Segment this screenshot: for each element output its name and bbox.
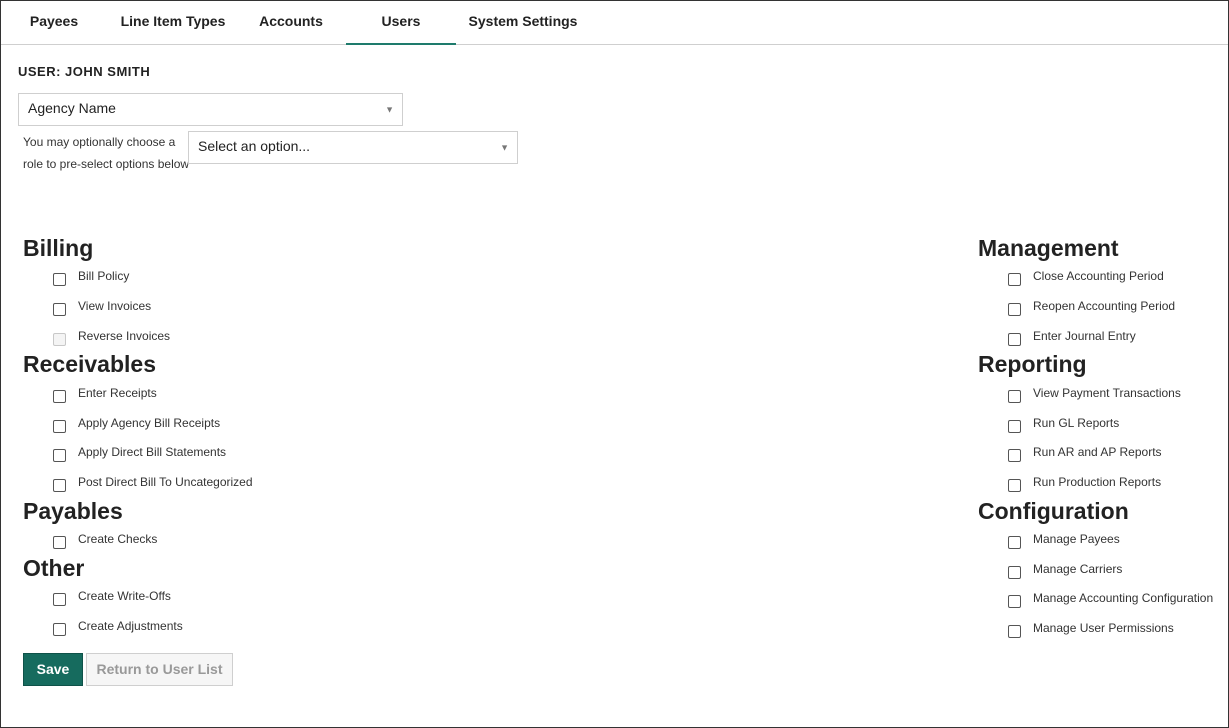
reopen-accounting-period-checkbox[interactable]	[1008, 303, 1021, 316]
run-production-reports-checkbox[interactable]	[1008, 479, 1021, 492]
section-title-configuration: Configuration	[978, 498, 1129, 524]
chevron-down-icon: ▼	[500, 142, 509, 152]
permission-label: Enter Receipts	[78, 386, 157, 400]
permission-label: Manage Carriers	[1033, 562, 1123, 576]
tab-users[interactable]: Users	[346, 1, 456, 45]
permission-label: Create Adjustments	[78, 619, 183, 633]
enter-journal-entry-checkbox[interactable]	[1008, 333, 1021, 346]
permission-label: Manage Payees	[1033, 532, 1120, 546]
permission-label: Reverse Invoices	[78, 329, 171, 343]
permission-label: Reopen Accounting Period	[1033, 299, 1176, 313]
permission-label: View Invoices	[78, 299, 152, 313]
tab-line-item-types[interactable]: Line Item Types	[111, 1, 235, 44]
save-button[interactable]: Save	[23, 653, 83, 686]
permission-label: Apply Agency Bill Receipts	[78, 416, 221, 430]
permission-label: Bill Policy	[78, 269, 130, 283]
user-permissions-page: Payees Line Item Types Accounts Users Sy…	[0, 0, 1229, 728]
permission-label: Create Write-Offs	[78, 589, 171, 603]
role-hint-text: You may optionally choose a role to pre-…	[23, 135, 190, 171]
post-direct-bill-checkbox[interactable]	[53, 479, 66, 492]
create-write-offs-checkbox[interactable]	[53, 593, 66, 606]
reverse-invoices-checkbox	[53, 333, 66, 346]
create-checks-checkbox[interactable]	[53, 536, 66, 549]
section-title-other: Other	[23, 555, 85, 581]
chevron-down-icon: ▼	[385, 104, 394, 114]
tab-bar: Payees Line Item Types Accounts Users Sy…	[1, 1, 1228, 45]
manage-carriers-checkbox[interactable]	[1008, 566, 1021, 579]
role-select-value: Select an option...	[198, 138, 311, 154]
permission-label: View Payment Transactions	[1033, 386, 1181, 400]
permission-label: Manage User Permissions	[1033, 621, 1174, 635]
permission-label: Run AR and AP Reports	[1033, 445, 1162, 459]
permission-label: Post Direct Bill To Uncategorized	[78, 475, 253, 489]
run-gl-reports-checkbox[interactable]	[1008, 420, 1021, 433]
apply-direct-bill-statements-checkbox[interactable]	[53, 449, 66, 462]
permission-label: Enter Journal Entry	[1033, 329, 1136, 343]
tab-accounts[interactable]: Accounts	[251, 1, 331, 44]
close-accounting-period-checkbox[interactable]	[1008, 273, 1021, 286]
permission-label: Create Checks	[78, 532, 158, 546]
manage-payees-checkbox[interactable]	[1008, 536, 1021, 549]
page-title: USER: JOHN SMITH	[18, 64, 151, 79]
section-title-reporting: Reporting	[978, 351, 1087, 377]
section-title-billing: Billing	[23, 235, 94, 261]
view-payment-transactions-checkbox[interactable]	[1008, 390, 1021, 403]
bill-policy-checkbox[interactable]	[53, 273, 66, 286]
create-adjustments-checkbox[interactable]	[53, 623, 66, 636]
view-invoices-checkbox[interactable]	[53, 303, 66, 316]
apply-agency-bill-receipts-checkbox[interactable]	[53, 420, 66, 433]
agency-select[interactable]: Agency Name ▼	[18, 93, 403, 126]
manage-user-permissions-checkbox[interactable]	[1008, 625, 1021, 638]
tab-payees[interactable]: Payees	[19, 1, 89, 44]
agency-select-value: Agency Name	[28, 100, 116, 116]
permission-label: Manage Accounting Configuration	[1033, 591, 1214, 605]
manage-accounting-configuration-checkbox[interactable]	[1008, 595, 1021, 608]
run-ar-ap-reports-checkbox[interactable]	[1008, 449, 1021, 462]
section-title-payables: Payables	[23, 498, 123, 524]
enter-receipts-checkbox[interactable]	[53, 390, 66, 403]
permission-label: Close Accounting Period	[1033, 269, 1164, 283]
permission-label: Run GL Reports	[1033, 416, 1120, 430]
tab-system-settings[interactable]: System Settings	[463, 1, 583, 44]
role-select[interactable]: Select an option... ▼	[188, 131, 518, 164]
permission-label: Run Production Reports	[1033, 475, 1162, 489]
section-title-receivables: Receivables	[23, 351, 156, 377]
section-title-management: Management	[978, 235, 1119, 261]
permission-label: Apply Direct Bill Statements	[78, 445, 227, 459]
return-to-user-list-button[interactable]: Return to User List	[86, 653, 233, 686]
